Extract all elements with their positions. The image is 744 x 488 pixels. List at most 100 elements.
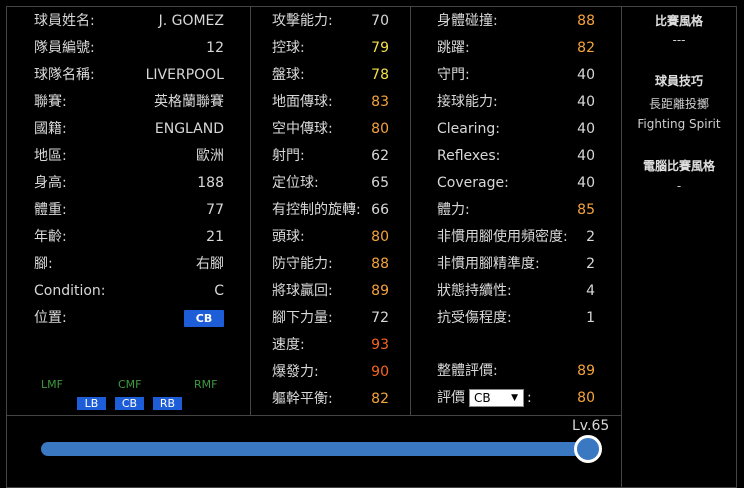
stat-value: 89 [371,283,389,299]
stat-row: Reflexes: 40 [411,146,621,166]
profile-row: 體重: 77 [7,200,250,220]
rating-position-select[interactable]: CB ▼ [469,389,524,407]
profile-value: 21 [206,229,224,245]
stat-row: 接球能力: 40 [411,92,621,112]
stats-panel-right: 身體碰撞: 88 跳躍: 82 守門: 40 接球能力: 40 Clearing: 40 Refle… [410,6,622,416]
stat-value: 82 [371,391,389,407]
stat-row: 頭球: 80 [251,227,410,247]
stat-value: 93 [371,337,389,353]
stat-value: 82 [577,40,595,56]
level-slider-track[interactable] [41,442,601,456]
profile-value: J. GOMEZ [158,13,224,29]
pos-cb-badge: CB [115,397,144,410]
position-badge: CB [184,310,224,327]
stat-value: 78 [371,67,389,83]
level-slider-panel: Lv.65 [6,415,622,488]
overall-rating-label: 整體評價: [437,363,498,379]
stat-label: 盤球: [272,67,305,83]
profile-value: 英格蘭聯賽 [154,94,224,110]
stat-value: 85 [577,202,595,218]
stat-row: 控球: 79 [251,38,410,58]
stat-row: Clearing: 40 [411,119,621,139]
profile-row: Condition: C [7,281,250,301]
profile-label: 球員姓名: [34,13,95,29]
profile-row: 聯賽: 英格蘭聯賽 [7,92,250,112]
profile-row: 年齡: 21 [7,227,250,247]
stat-row: 軀幹平衡: 82 [251,389,410,409]
stat-row: 地面傳球: 83 [251,92,410,112]
stat-value: 65 [371,175,389,191]
stat-value: 62 [371,148,389,164]
stat-label: 頭球: [272,229,305,245]
rating-row: 評價 CB ▼ : 80 [411,388,621,408]
stat-row: 攻擊能力: 70 [251,11,410,31]
stat-label: 定位球: [272,175,319,191]
stat-label: 跳躍: [437,40,470,56]
stat-row: 防守能力: 88 [251,254,410,274]
stat-label: 抗受傷程度: [437,310,512,326]
stat-label: Clearing: [437,121,500,137]
stat-label: Reflexes: [437,148,501,164]
stat-row: 定位球: 65 [251,173,410,193]
stat-label: 軀幹平衡: [272,391,333,407]
stat-value: 2 [586,256,595,272]
stat-value: 40 [577,67,595,83]
profile-row: 地區: 歐洲 [7,146,250,166]
com-style-header: 電腦比賽風格 [642,159,715,173]
stat-row: 守門: 40 [411,65,621,85]
profile-label: 年齡: [34,229,67,245]
stat-label: Coverage: [437,175,509,191]
stat-row: 速度: 93 [251,335,410,355]
profile-value: 歐洲 [196,148,224,164]
profile-value: 188 [197,175,224,191]
profile-value: 77 [206,202,224,218]
player-skill-item: Fighting Spirit [637,117,721,131]
play-style-value: --- [672,33,686,47]
stat-label: 非慣用腳使用頻密度: [437,229,568,245]
stat-row: 非慣用腳使用頻密度: 2 [411,227,621,247]
stat-row: 爆發力: 90 [251,362,410,382]
profile-label: Condition: [34,283,106,299]
stat-value: 90 [371,364,389,380]
stat-value: 66 [371,202,389,218]
stat-label: 速度: [272,337,305,353]
stat-label: 地面傳球: [272,94,333,110]
stat-row: 抗受傷程度: 1 [411,308,621,328]
profile-label: 腳: [34,256,53,272]
stat-label: 空中傳球: [272,121,333,137]
stat-row: 體力: 85 [411,200,621,220]
stat-row: 盤球: 78 [251,65,410,85]
profile-label: 身高: [34,175,67,191]
stat-label: 腳下力量: [272,310,333,326]
stat-value: 80 [371,121,389,137]
stat-value: 40 [577,175,595,191]
side-info-panel: 比賽風格 --- 球員技巧 長距離投擲 Fighting Spirit 電腦比賽… [621,6,737,488]
stat-row: Coverage: 40 [411,173,621,193]
stat-label: 有控制的旋轉: [272,202,361,218]
profile-value: ENGLAND [154,121,224,137]
stat-label: 防守能力: [272,256,333,272]
pos-rb-badge: RB [153,397,182,410]
profile-row: 位置: CB [7,308,250,328]
stat-value: 83 [371,94,389,110]
profile-row: 身高: 188 [7,173,250,193]
stat-row: 將球贏回: 89 [251,281,410,301]
level-slider-handle[interactable] [574,435,602,463]
profile-label: 隊員編號: [34,40,95,56]
com-style-value: - [676,179,682,193]
stat-value: 72 [371,310,389,326]
stat-value: 70 [371,13,389,29]
profile-label: 聯賽: [34,94,67,110]
stat-value: 88 [371,256,389,272]
pos-rmf: RMF [194,378,218,391]
stat-value: 2 [586,229,595,245]
stat-row: 射門: 62 [251,146,410,166]
stat-row: 有控制的旋轉: 66 [251,200,410,220]
profile-label: 球隊名稱: [34,67,95,83]
stat-value: 1 [586,310,595,326]
rating-position-selected: CB [474,391,491,405]
profile-row: 球隊名稱: LIVERPOOL [7,65,250,85]
dropdown-arrow-icon: ▼ [511,393,518,403]
stat-label: 射門: [272,148,305,164]
overall-rating-row: 整體評價: 89 [411,361,621,381]
